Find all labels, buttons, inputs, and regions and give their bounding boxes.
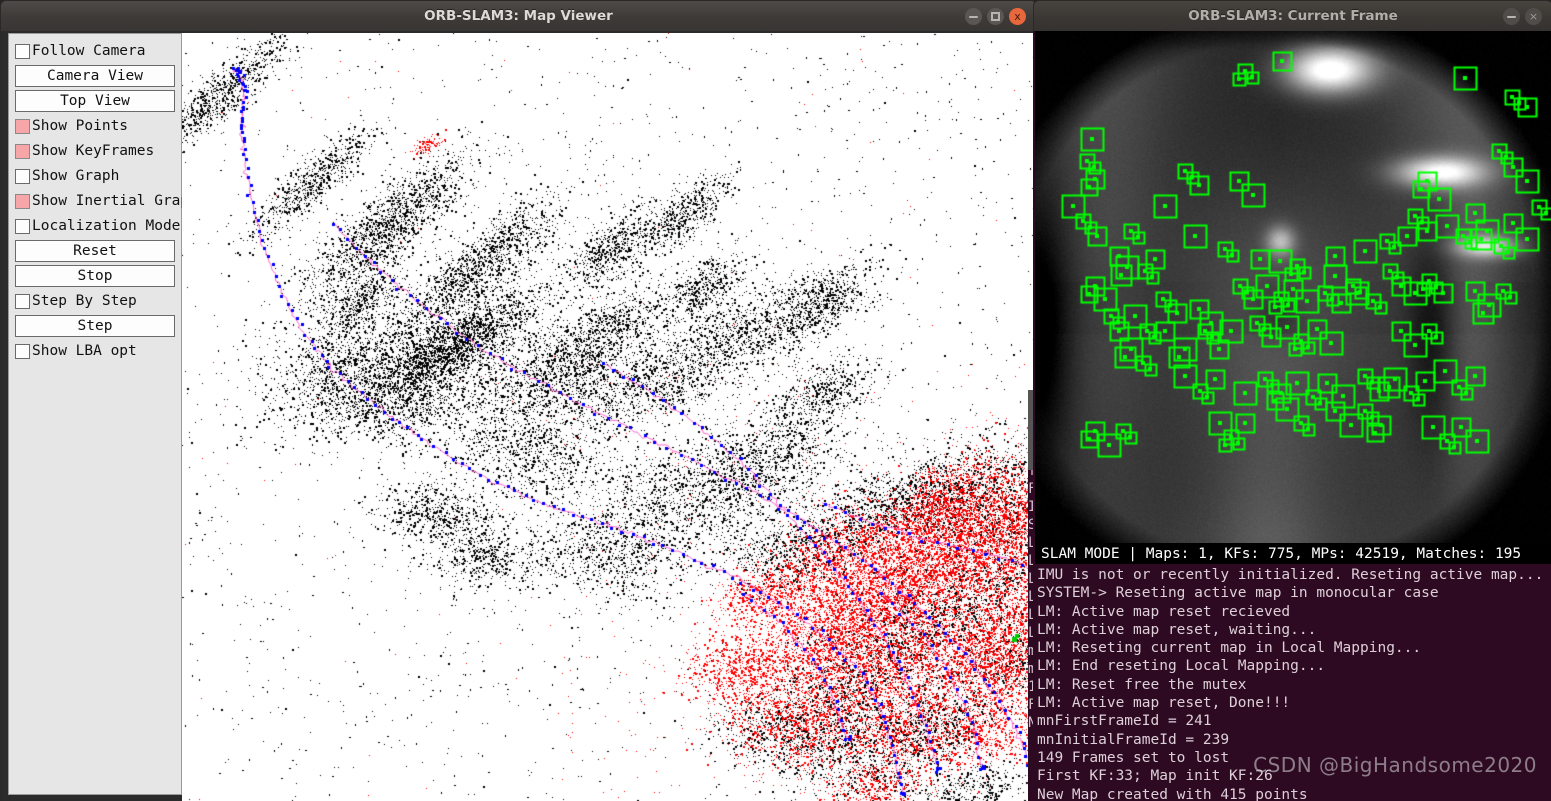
checkbox-show-keyframes[interactable]: Show KeyFrames — [15, 140, 175, 162]
checkbox-follow-camera[interactable]: Follow Camera — [15, 40, 175, 62]
checkbox-label: Show KeyFrames — [32, 143, 155, 159]
map-viewport[interactable] — [182, 33, 1035, 801]
console-log-line: LM: Reseting current map in Local Mappin… — [1037, 640, 1422, 657]
current-frame-titlebar[interactable]: ORB-SLAM3: Current Frame × — [1033, 0, 1551, 32]
checkbox-show-points[interactable]: Show Points — [15, 115, 175, 137]
console-log-line: mnInitialFrameId = 239 — [1037, 731, 1230, 748]
close-button[interactable]: x — [1009, 8, 1026, 25]
checkbox-label: Show LBA opt — [32, 343, 137, 359]
console-log-line: LM: Reset free the mutex — [1037, 676, 1247, 693]
button-label: Top View — [60, 93, 130, 109]
checkbox-localization-mode[interactable]: Localization Mode — [15, 215, 180, 237]
close-button[interactable]: × — [1525, 8, 1542, 25]
desktop: ORB-SLAM3: Map Viewer x Follow Camera Cam… — [0, 0, 1551, 801]
checkbox-label: Localization Mode — [32, 218, 181, 234]
console-log-line: mnFirstFrameId = 241 — [1037, 713, 1212, 730]
current-frame-window-buttons: × — [1503, 1, 1542, 32]
checkbox-label: Show Graph — [32, 168, 120, 184]
button-label: Reset — [73, 243, 117, 259]
current-frame-body: SLAM MODE | Maps: 1, KFs: 775, MPs: 4251… — [1033, 31, 1551, 801]
console-log-line: SYSTEM-> Reseting active map in monocula… — [1037, 585, 1439, 602]
checkbox-indicator[interactable] — [15, 218, 30, 234]
console-log-line: IMU is not or recently initialized. Rese… — [1037, 567, 1544, 583]
current-frame-title: ORB-SLAM3: Current Frame — [1188, 8, 1398, 24]
minimize-button[interactable] — [1503, 8, 1520, 25]
console-log: IMU is not or recently initialized. Rese… — [1035, 564, 1551, 801]
map-viewer-control-panel: Follow Camera Camera View Top View Show Poi… — [8, 33, 198, 795]
map-viewer-body: Follow Camera Camera View Top View Show Poi… — [0, 31, 1035, 801]
checkbox-label: Step By Step — [32, 293, 137, 309]
console-log-line: LM: End reseting Local Mapping... — [1037, 658, 1326, 675]
button-reset[interactable]: Reset — [15, 240, 175, 262]
console-log-line: 149 Frames set to lost — [1037, 749, 1230, 766]
button-camera-view[interactable]: Camera View — [15, 65, 175, 87]
camera-frame-image — [1035, 31, 1551, 543]
console-log-line: First KF:33; Map init KF:26 — [1037, 768, 1273, 785]
checkbox-indicator[interactable] — [15, 168, 30, 184]
console-log-line: New Map created with 415 points — [1037, 786, 1308, 801]
checkbox-indicator[interactable] — [15, 143, 30, 159]
checkbox-label: Follow Camera — [32, 43, 146, 59]
map-viewer-window-buttons: x — [965, 1, 1026, 32]
checkbox-indicator[interactable] — [15, 118, 30, 134]
map-viewer-window: ORB-SLAM3: Map Viewer x Follow Camera Cam… — [0, 0, 1037, 801]
checkbox-label: Show Points — [32, 118, 129, 134]
button-label: Camera View — [46, 68, 144, 84]
checkbox-indicator[interactable] — [15, 343, 30, 359]
button-step[interactable]: Step — [15, 315, 175, 337]
checkbox-show-lba-opt[interactable]: Show LBA opt — [15, 340, 175, 362]
minimize-button[interactable] — [965, 8, 982, 25]
console-log-line: LM: Active map reset, waiting... — [1037, 621, 1317, 638]
slam-status-text: SLAM MODE | Maps: 1, KFs: 775, MPs: 4251… — [1041, 545, 1522, 562]
maximize-button[interactable] — [987, 8, 1004, 25]
console-log-line: LM: Active map reset recieved — [1037, 603, 1291, 620]
button-stop[interactable]: Stop — [15, 265, 175, 287]
slam-status-bar: SLAM MODE | Maps: 1, KFs: 775, MPs: 4251… — [1035, 543, 1551, 564]
current-frame-window: ORB-SLAM3: Current Frame × SLAM MODE | M… — [1033, 0, 1551, 801]
checkbox-indicator[interactable] — [15, 293, 30, 309]
checkbox-label: Show Inertial Graph — [32, 193, 198, 209]
checkbox-show-inertial-graph[interactable]: Show Inertial Graph — [15, 190, 198, 212]
button-label: Stop — [77, 268, 113, 284]
button-label: Step — [77, 318, 113, 334]
checkbox-step-by-step[interactable]: Step By Step — [15, 290, 175, 312]
console-log-line: LM: Active map reset, Done!!! — [1037, 695, 1291, 712]
button-top-view[interactable]: Top View — [15, 90, 175, 112]
map-viewer-titlebar[interactable]: ORB-SLAM3: Map Viewer x — [0, 0, 1037, 32]
checkbox-indicator[interactable] — [15, 43, 30, 59]
checkbox-indicator[interactable] — [15, 193, 30, 209]
checkbox-show-graph[interactable]: Show Graph — [15, 165, 175, 187]
map-viewer-title: ORB-SLAM3: Map Viewer — [424, 8, 613, 24]
